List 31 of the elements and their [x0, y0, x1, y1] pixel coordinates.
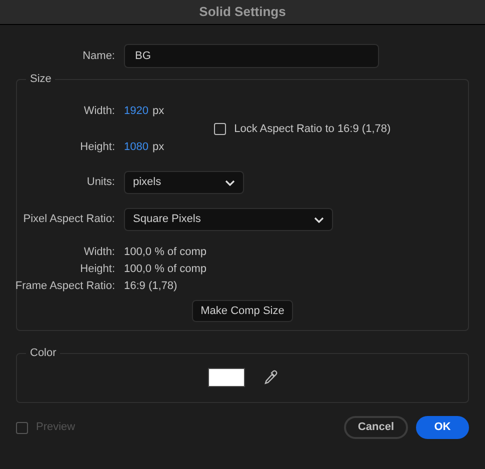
name-field[interactable]: BG: [124, 44, 379, 68]
value-text[interactable]: 1920: [124, 103, 148, 120]
unit-label: px: [152, 140, 164, 154]
chevron-down-icon: [225, 180, 235, 186]
ok-button[interactable]: OK: [416, 416, 469, 439]
section-label: Size: [29, 74, 52, 85]
eyedropper-icon[interactable]: [264, 370, 278, 385]
field-label: Height:: [79, 140, 116, 154]
unit-label: px: [152, 104, 164, 119]
color-swatch[interactable]: [208, 368, 244, 387]
value-text[interactable]: 1080: [124, 138, 148, 155]
chevron-down-icon: [314, 216, 324, 222]
field-label: Units:: [86, 175, 116, 190]
dropdown[interactable]: Square Pixels: [124, 208, 333, 231]
value-text: 100,0 % of comp: [124, 262, 207, 278]
checkbox-label: Preview: [36, 420, 76, 436]
checkbox[interactable]: [214, 123, 226, 135]
value-text: 100,0 % of comp: [124, 245, 207, 260]
value-text: 16:9 (1,78): [124, 279, 178, 294]
window-title: Solid Settings: [199, 3, 286, 22]
cancel-button[interactable]: Cancel: [344, 416, 408, 439]
dropdown[interactable]: pixels: [124, 171, 244, 194]
field-label: Width:: [82, 245, 116, 260]
field-label: Pixel Aspect Ratio:: [22, 212, 116, 228]
make-comp-size-button[interactable]: Make Comp Size: [192, 300, 294, 322]
section-label: Color: [29, 348, 58, 359]
field-label: Height:: [79, 262, 116, 278]
field-label: Frame Aspect Ratio:: [14, 279, 116, 294]
field-label: Width:: [82, 104, 116, 119]
checkbox-label: Lock Aspect Ratio to 16:9 (1,78): [234, 122, 391, 137]
field-label: Name:: [82, 48, 116, 64]
